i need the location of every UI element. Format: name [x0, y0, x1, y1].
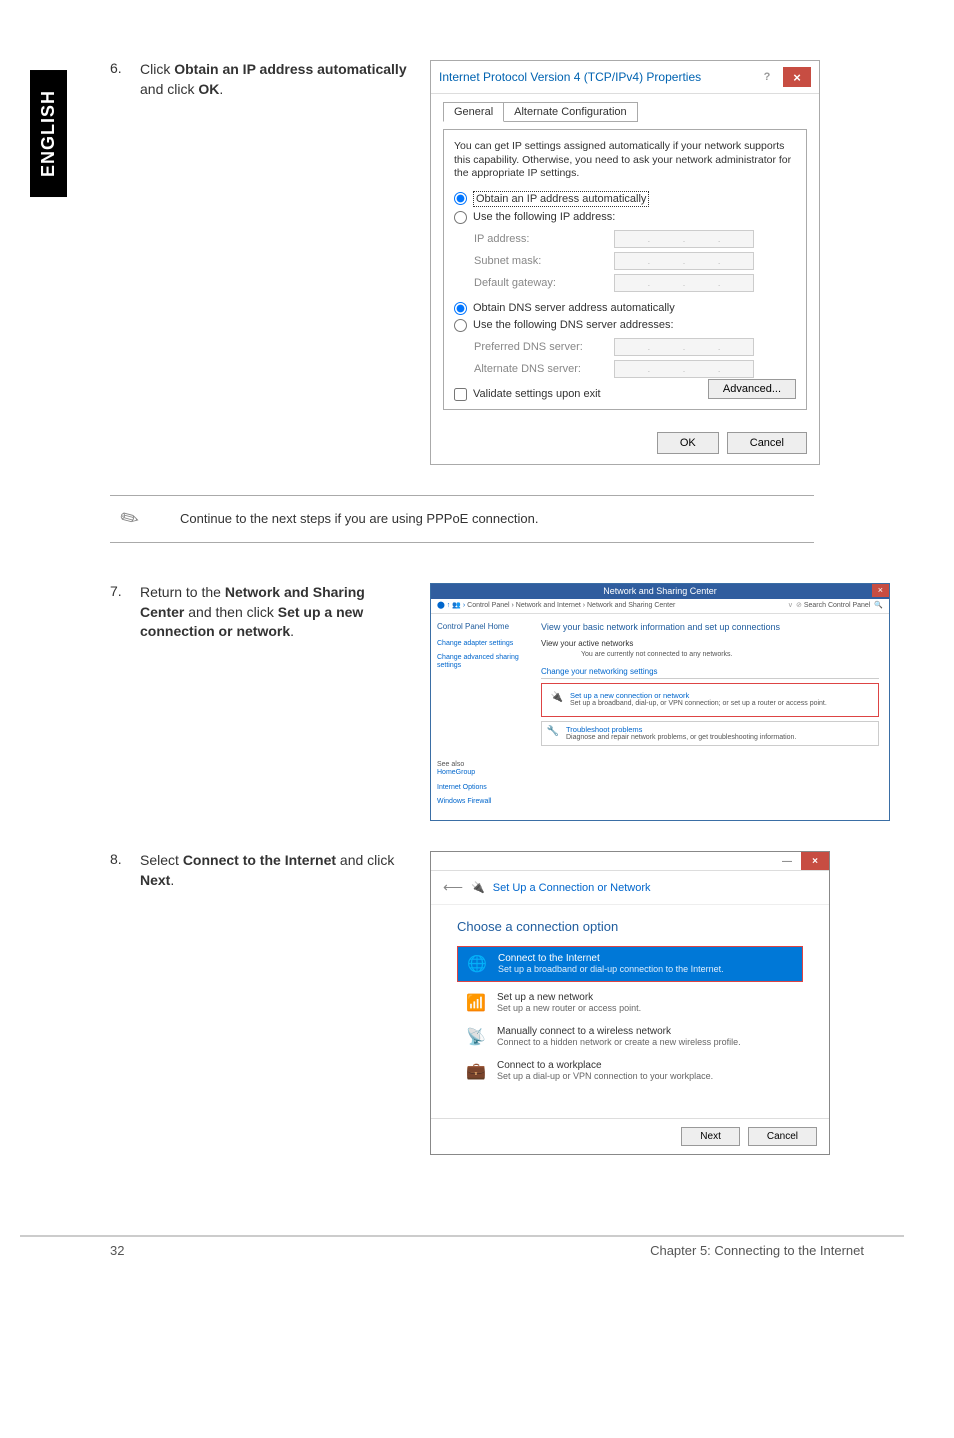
ok-button[interactable]: OK	[657, 432, 719, 454]
wizard-minimize-button[interactable]: —	[773, 852, 801, 870]
change-networking-settings-heading: Change your networking settings	[541, 667, 879, 680]
setup-new-connection-item[interactable]: 🔌 Set up a new connection or network Set…	[546, 688, 874, 711]
note-text: Continue to the next steps if you are us…	[180, 511, 538, 526]
nsc-heading: View your basic network information and …	[541, 622, 879, 633]
chapter-title: Chapter 5: Connecting to the Internet	[650, 1243, 864, 1258]
page-number: 32	[110, 1243, 124, 1258]
help-button[interactable]: ?	[753, 67, 781, 87]
pencil-icon: ✎	[106, 498, 154, 541]
internet-options-link[interactable]: Internet Options	[437, 784, 525, 792]
next-button[interactable]: Next	[681, 1127, 740, 1146]
step-8-text: Select Connect to the Internet and click…	[140, 851, 430, 890]
radio-obtain-dns-auto-label: Obtain DNS server address automatically	[473, 302, 675, 314]
wireless-icon: 📡	[465, 1026, 487, 1048]
default-gateway-input: ...	[614, 274, 754, 292]
troubleshoot-problems-item[interactable]: 🔧 Troubleshoot problems Diagnose and rep…	[541, 721, 879, 746]
tab-alternate-configuration[interactable]: Alternate Configuration	[503, 102, 638, 122]
globe-icon: 🌐	[466, 953, 488, 975]
english-side-tab: ENGLISH	[30, 70, 67, 197]
see-also-label: See also	[437, 761, 525, 769]
subnet-mask-label: Subnet mask:	[474, 255, 614, 267]
step-7-text: Return to the Network and Sharing Center…	[140, 583, 430, 642]
info-text: You can get IP settings assigned automat…	[454, 140, 796, 181]
change-adapter-settings-link[interactable]: Change adapter settings	[437, 640, 525, 648]
choose-connection-heading: Choose a connection option	[457, 919, 803, 934]
homegroup-link[interactable]: HomeGroup	[437, 769, 525, 777]
network-sharing-center-window: Network and Sharing Center × ⬤ ↑ 👥 › Con…	[430, 583, 890, 822]
nsc-close-button[interactable]: ×	[872, 584, 889, 597]
step-7-number: 7.	[110, 583, 140, 599]
wizard-close-button[interactable]: ×	[801, 852, 829, 870]
step-6-number: 6.	[110, 60, 140, 76]
ip-address-input: ...	[614, 230, 754, 248]
default-gateway-label: Default gateway:	[474, 277, 614, 289]
back-icon[interactable]: ⟵	[443, 879, 463, 896]
advanced-button[interactable]: Advanced...	[708, 379, 796, 399]
breadcrumb[interactable]: ⬤ ↑ 👥 › Control Panel › Network and Inte…	[437, 602, 675, 610]
preferred-dns-label: Preferred DNS server:	[474, 341, 614, 353]
troubleshoot-icon: 🔧	[546, 725, 560, 739]
option-connect-to-internet[interactable]: 🌐 Connect to the Internet Set up a broad…	[458, 947, 802, 981]
option-setup-new-network[interactable]: 📶 Set up a new network Set up a new rout…	[457, 986, 803, 1020]
nsc-window-title: Network and Sharing Center	[603, 586, 717, 596]
preferred-dns-input: ...	[614, 338, 754, 356]
connection-icon: 🔌	[550, 691, 564, 705]
radio-obtain-ip-auto-label: Obtain an IP address automatically	[473, 191, 649, 207]
control-panel-home-link[interactable]: Control Panel Home	[437, 622, 525, 632]
radio-obtain-dns-auto[interactable]	[454, 302, 467, 315]
ipv4-properties-dialog: Internet Protocol Version 4 (TCP/IPv4) P…	[430, 60, 820, 465]
radio-use-following-ip-label: Use the following IP address:	[473, 211, 615, 223]
not-connected-text: You are currently not connected to any n…	[581, 651, 879, 659]
alternate-dns-label: Alternate DNS server:	[474, 363, 614, 375]
search-control-panel[interactable]: v ⊘ Search Control Panel 🔍	[789, 602, 883, 610]
wizard-header-icon: 🔌	[471, 881, 485, 894]
radio-use-following-dns-label: Use the following DNS server addresses:	[473, 319, 674, 331]
close-button[interactable]: ×	[783, 67, 811, 87]
wizard-header-title: Set Up a Connection or Network	[493, 882, 651, 894]
radio-use-following-dns[interactable]	[454, 319, 467, 332]
option-manual-wireless[interactable]: 📡 Manually connect to a wireless network…	[457, 1020, 803, 1054]
router-icon: 📶	[465, 992, 487, 1014]
option-connect-workplace[interactable]: 💼 Connect to a workplace Set up a dial-u…	[457, 1054, 803, 1088]
dialog-title: Internet Protocol Version 4 (TCP/IPv4) P…	[439, 70, 751, 84]
radio-obtain-ip-auto[interactable]	[454, 192, 467, 205]
set-up-connection-wizard: — × ⟵ 🔌 Set Up a Connection or Network C…	[430, 851, 830, 1155]
step-8-number: 8.	[110, 851, 140, 867]
radio-use-following-ip[interactable]	[454, 211, 467, 224]
step-6-text: Click Obtain an IP address automatically…	[140, 60, 430, 99]
subnet-mask-input: ...	[614, 252, 754, 270]
view-active-networks-label: View your active networks	[541, 639, 879, 649]
ip-address-label: IP address:	[474, 233, 614, 245]
alternate-dns-input: ...	[614, 360, 754, 378]
validate-settings-checkbox[interactable]	[454, 388, 467, 401]
briefcase-icon: 💼	[465, 1060, 487, 1082]
validate-settings-label: Validate settings upon exit	[473, 388, 601, 400]
tab-general[interactable]: General	[443, 102, 504, 122]
cancel-button[interactable]: Cancel	[727, 432, 807, 454]
wizard-cancel-button[interactable]: Cancel	[748, 1127, 817, 1146]
windows-firewall-link[interactable]: Windows Firewall	[437, 798, 525, 806]
change-advanced-sharing-link[interactable]: Change advanced sharing settings	[437, 654, 525, 671]
